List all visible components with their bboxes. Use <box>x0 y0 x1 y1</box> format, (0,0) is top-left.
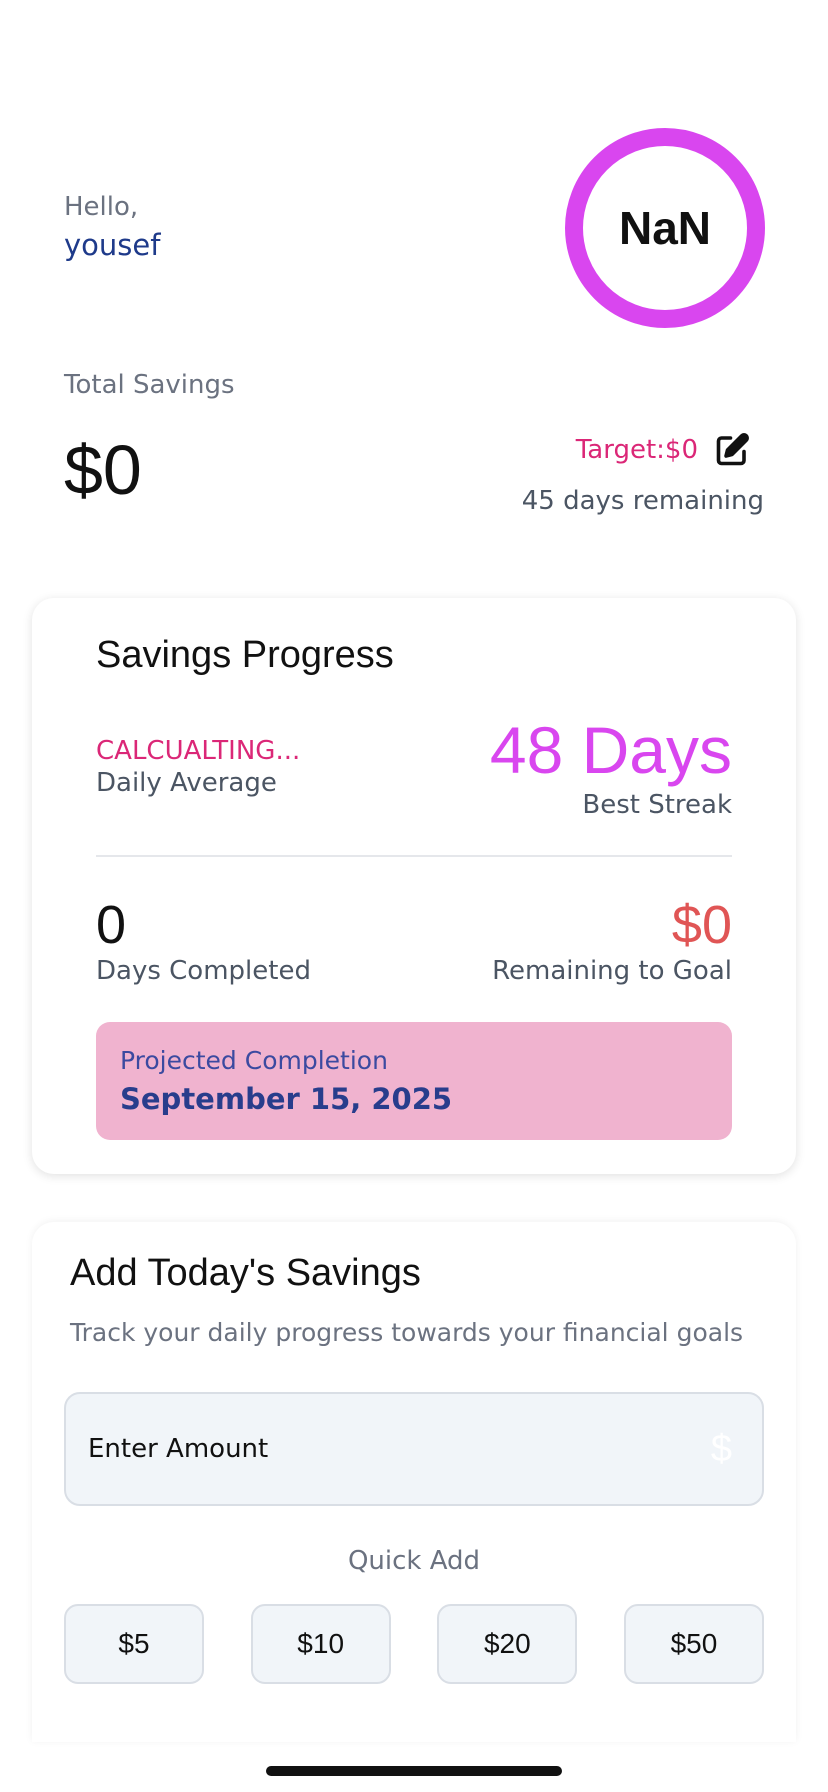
best-streak-value: 48 Days <box>489 713 732 787</box>
greeting-text: Hello, <box>64 192 139 222</box>
quick-add-10-button[interactable]: $10 <box>250 1604 391 1684</box>
projected-completion-box: Projected Completion September 15, 2025 <box>96 1022 732 1140</box>
target-row: Target:$0 <box>576 432 750 468</box>
divider <box>96 855 732 857</box>
quick-add-label: Quick Add <box>347 1546 481 1576</box>
savings-screen: Hello, yousef NaN Total Savings $0 Targe… <box>0 0 828 1792</box>
amount-field[interactable]: $ <box>64 1392 764 1506</box>
projected-completion-date: September 15, 2025 <box>120 1082 453 1116</box>
total-savings-value: $0 <box>64 431 142 509</box>
edit-icon[interactable] <box>714 432 750 468</box>
savings-progress-title: Savings Progress <box>96 634 394 676</box>
days-completed-value: 0 <box>96 895 127 955</box>
progress-ring: NaN <box>565 128 765 328</box>
days-completed-label: Days Completed <box>96 956 311 986</box>
amount-input[interactable] <box>88 1394 648 1504</box>
daily-average-label: Daily Average <box>96 768 277 798</box>
quick-add-20-button[interactable]: $20 <box>437 1604 578 1684</box>
target-text: Target:$0 <box>575 435 698 465</box>
quick-add-row: $5 $10 $20 $50 <box>64 1604 764 1684</box>
quick-add-50-button[interactable]: $50 <box>623 1604 764 1684</box>
add-savings-subtitle: Track your daily progress towards your f… <box>70 1318 744 1347</box>
total-savings-label: Total Savings <box>64 370 235 400</box>
user-name: yousef <box>64 228 161 262</box>
home-indicator <box>266 1766 562 1776</box>
savings-progress-card: Savings Progress CALCUALTING... Daily Av… <box>32 598 796 1174</box>
best-streak-label: Best Streak <box>582 790 732 820</box>
progress-ring-value: NaN <box>618 202 712 254</box>
add-savings-card: Add Today's Savings Track your daily pro… <box>32 1222 796 1742</box>
remaining-to-goal-value: $0 <box>671 895 732 955</box>
days-remaining: 45 days remaining <box>521 486 764 516</box>
projected-completion-label: Projected Completion <box>120 1046 388 1075</box>
dollar-icon: $ <box>710 1428 732 1470</box>
add-savings-title: Add Today's Savings <box>70 1252 421 1294</box>
quick-add-5-button[interactable]: $5 <box>64 1604 204 1684</box>
daily-average-value: CALCUALTING... <box>96 736 301 766</box>
remaining-to-goal-label: Remaining to Goal <box>492 956 732 986</box>
